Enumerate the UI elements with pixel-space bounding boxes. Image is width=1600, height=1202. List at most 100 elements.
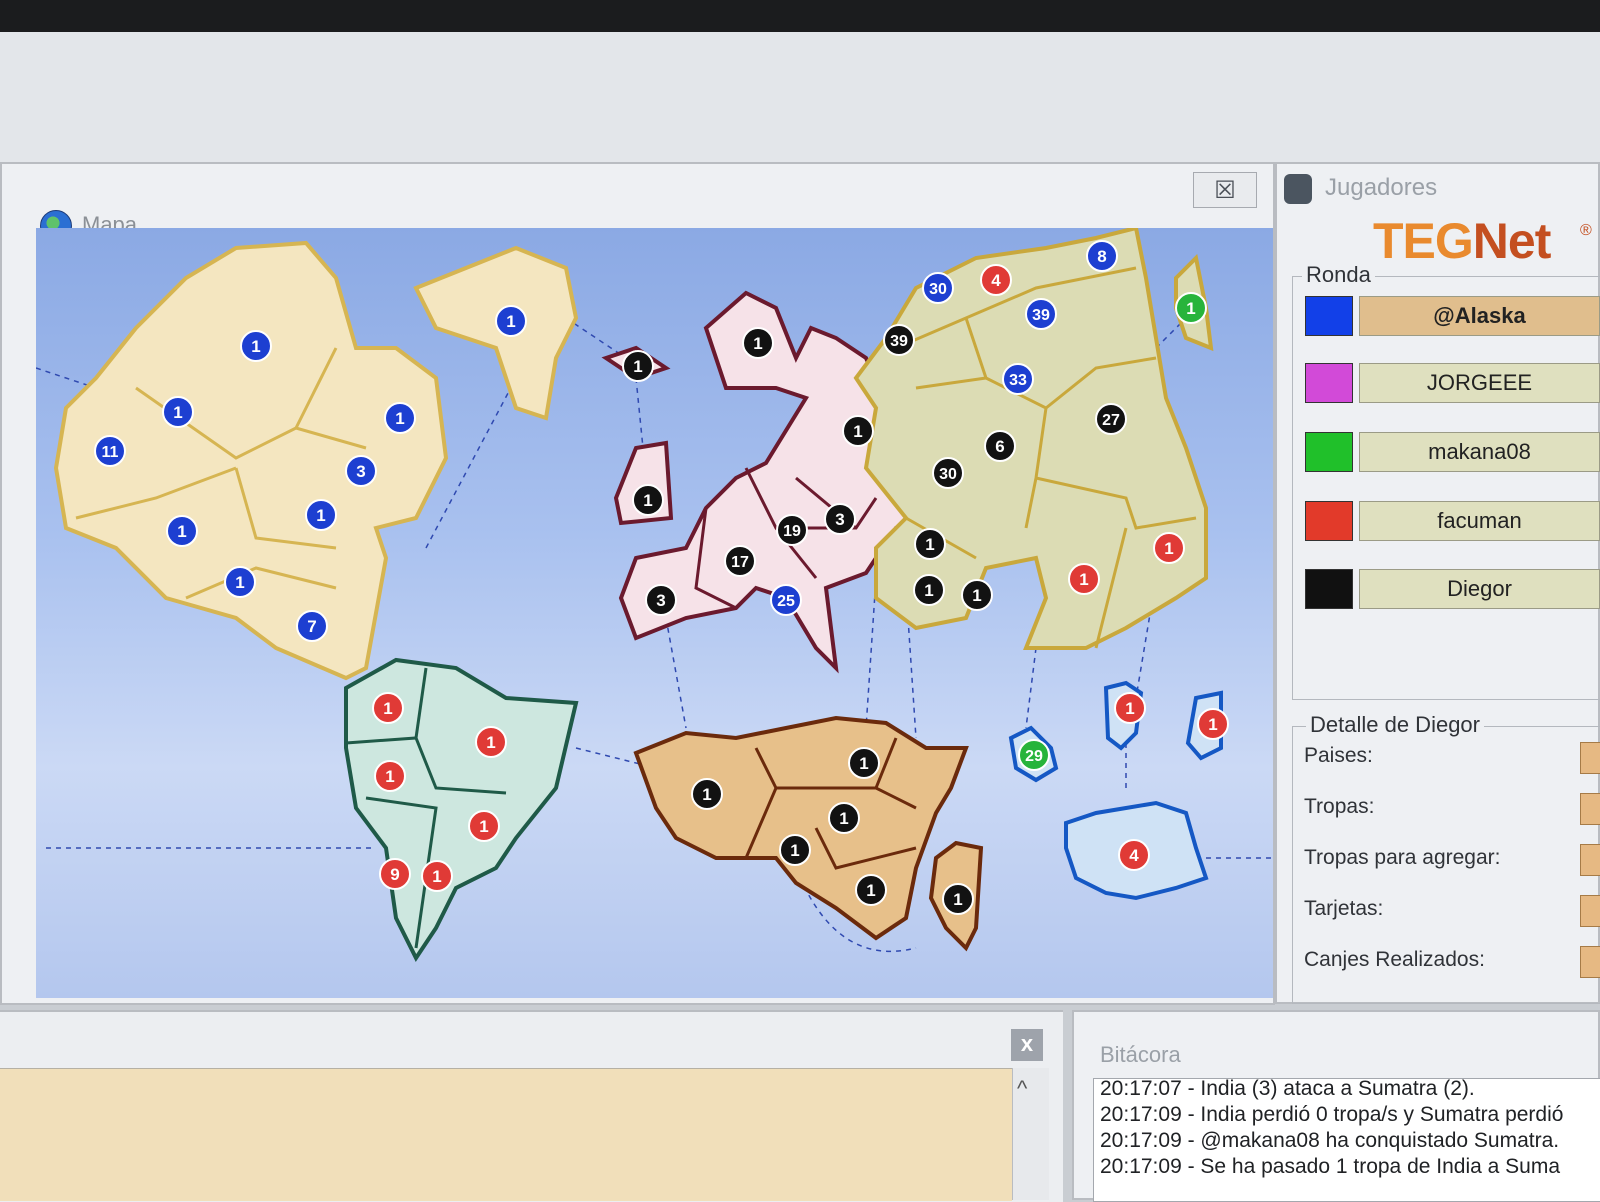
logo-part-net: Net [1472, 213, 1552, 269]
troop-count: 1 [432, 867, 441, 886]
troop-count: 7 [307, 617, 316, 636]
troop-count: 1 [1208, 715, 1217, 734]
troop-count: 30 [939, 466, 957, 483]
tegnet-logo: TEGNet [1373, 212, 1552, 270]
troop-count: 30 [929, 281, 947, 298]
troop-count: 4 [1129, 846, 1139, 865]
map-svg: 111 1113111711119 11111193173 2530 483939332… [36, 228, 1273, 962]
player-color-swatch [1305, 501, 1353, 541]
log-text-area[interactable]: 20:17:07 - India (3) ataca a Sumatra (2)… [1093, 1078, 1600, 1202]
troop-count: 1 [972, 586, 981, 605]
chat-close-button[interactable]: x [1011, 1029, 1043, 1061]
stat-value-box [1580, 844, 1600, 876]
troop-count: 33 [1009, 372, 1027, 389]
player-row[interactable]: facuman [1305, 501, 1600, 541]
troop-count: 1 [866, 881, 875, 900]
troop-count: 1 [235, 573, 244, 592]
player-row[interactable]: Diegor [1305, 569, 1600, 609]
players-window-title: Jugadores [1325, 174, 1438, 201]
troop-count: 1 [643, 491, 652, 510]
player-detail-label: Detalle de Diegor [1306, 712, 1484, 738]
player-color-swatch [1305, 432, 1353, 472]
troop-count: 1 [753, 334, 762, 353]
log-line: 20:17:09 - Se ha pasado 1 tropa de India… [1100, 1155, 1561, 1178]
stat-canjes-label: Canjes Realizados: [1304, 948, 1485, 971]
troop-count: 3 [356, 462, 365, 481]
troop-count: 1 [177, 522, 186, 541]
troop-count: 1 [251, 337, 260, 356]
troop-count: 1 [506, 312, 515, 331]
player-name: facuman [1359, 501, 1600, 541]
close-button[interactable]: ☒ [1193, 172, 1257, 208]
troop-count: 1 [925, 535, 934, 554]
stat-tarjetas-label: Tarjetas: [1304, 897, 1384, 920]
player-color-swatch [1305, 569, 1353, 609]
player-color-swatch [1305, 296, 1353, 336]
troop-count: 1 [1079, 570, 1088, 589]
chat-text-area[interactable] [0, 1068, 1012, 1201]
players-icon [1284, 174, 1312, 204]
player-name: Diegor [1359, 569, 1600, 609]
registered-mark: ® [1580, 222, 1592, 239]
troop-count: 25 [777, 593, 795, 610]
troop-count: 1 [702, 785, 711, 804]
player-row[interactable]: @Alaska [1305, 296, 1600, 336]
stat-paises-label: Paises: [1304, 744, 1373, 767]
troop-count: 27 [1102, 412, 1120, 429]
player-name: @Alaska [1359, 296, 1600, 336]
troop-count: 1 [479, 817, 488, 836]
troop-count: 1 [173, 403, 182, 422]
troop-count: 11 [102, 444, 119, 461]
continent-asia [853, 228, 1214, 650]
ronda-group [1292, 276, 1600, 700]
stat-tropas-agregar-label: Tropas para agregar: [1304, 846, 1501, 869]
player-name: makana08 [1359, 432, 1600, 472]
troop-count: 1 [1164, 539, 1173, 558]
player-row[interactable]: JORGEEE [1305, 363, 1600, 403]
player-row[interactable]: makana08 [1305, 432, 1600, 472]
scroll-up-icon[interactable]: ^ [1017, 1076, 1027, 1102]
troop-count: 1 [790, 841, 799, 860]
troop-count: 1 [859, 754, 868, 773]
troop-count: 1 [385, 767, 394, 786]
troop-count: 3 [656, 591, 665, 610]
monitor-bezel [0, 0, 1600, 32]
log-window-title: Bitácora [1100, 1042, 1181, 1067]
ronda-label: Ronda [1302, 262, 1375, 288]
troop-count: 1 [486, 733, 495, 752]
troop-count: 6 [995, 437, 1004, 456]
log-line: 20:17:09 - India perdió 0 tropa/s y Suma… [1100, 1103, 1564, 1126]
troop-count: 8 [1097, 247, 1106, 266]
stat-tropas-label: Tropas: [1304, 795, 1375, 818]
troop-count: 29 [1025, 748, 1043, 765]
stat-value-box [1580, 742, 1600, 774]
troop-count: 1 [395, 409, 404, 428]
troop-count: 39 [1032, 307, 1050, 324]
troop-count: 39 [890, 333, 908, 350]
troop-count: 1 [633, 357, 642, 376]
troop-count: 1 [1125, 699, 1134, 718]
player-name: JORGEEE [1359, 363, 1600, 403]
troop-count: 1 [1186, 299, 1195, 318]
troop-count: 9 [390, 865, 399, 884]
log-line: 20:17:09 - @makana08 ha conquistado Suma… [1100, 1129, 1560, 1152]
continent-africa [633, 715, 984, 952]
troop-count: 1 [953, 890, 962, 909]
troop-count: 1 [383, 699, 392, 718]
troop-count: 3 [835, 510, 844, 529]
stat-value-box [1580, 793, 1600, 825]
troop-count: 4 [991, 271, 1001, 290]
desktop-background [0, 32, 1600, 182]
troop-count: 1 [316, 506, 325, 525]
player-color-swatch [1305, 363, 1353, 403]
troop-count: 19 [783, 523, 801, 540]
troop-count: 17 [731, 554, 749, 571]
world-map[interactable]: 1 1 1 1 11 3 1 1 1 7 1 1 1 1 9 1 1 1 1 1 19 3 17 3 25 30 4 8 39 39 33 2… [36, 228, 1273, 998]
stat-value-box [1580, 895, 1600, 927]
stat-value-box [1580, 946, 1600, 978]
logo-part-teg: TEG [1373, 213, 1474, 269]
troop-count: 1 [924, 581, 933, 600]
troop-count: 1 [853, 422, 862, 441]
log-line: 20:17:07 - India (3) ataca a Sumatra (2)… [1100, 1078, 1475, 1100]
troop-count: 1 [839, 809, 848, 828]
